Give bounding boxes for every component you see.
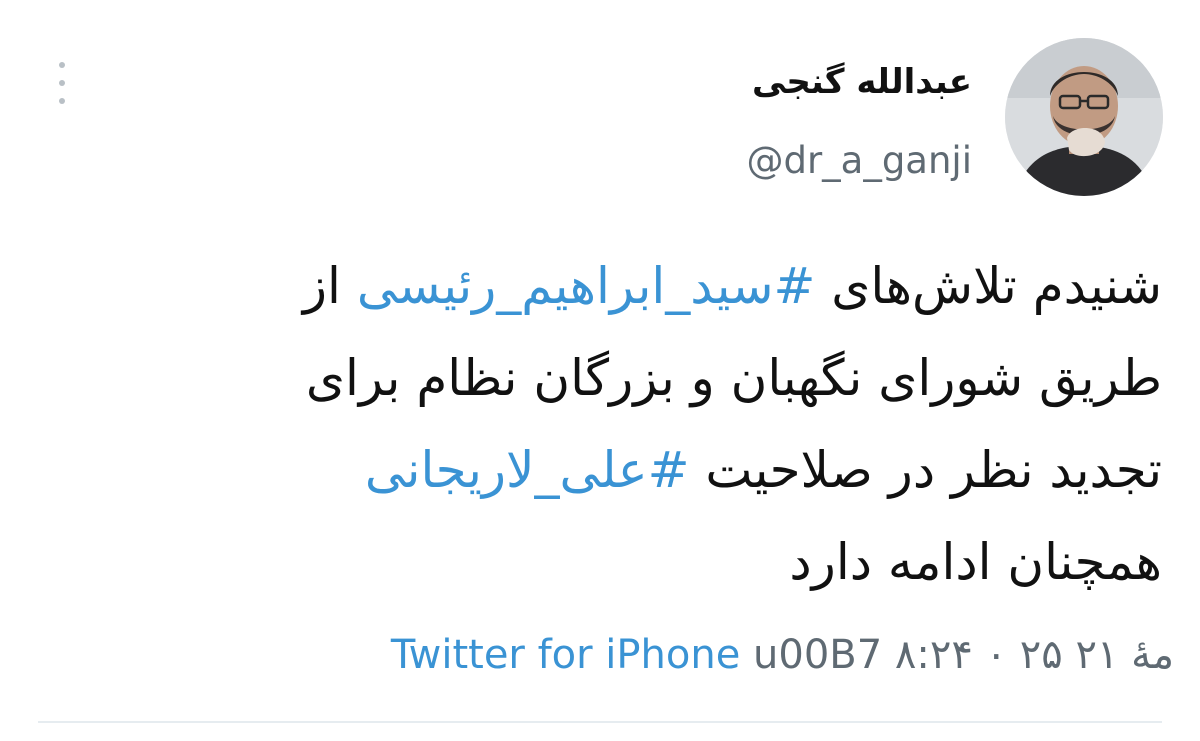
tweet-text-segment: طریق شورای نگهبان و بزرگان نظام برای [305, 349, 1162, 407]
avatar-image [1005, 38, 1163, 196]
tweet-line: طریق شورای نگهبان و بزرگان نظام برای [42, 332, 1162, 424]
tweet-source-link[interactable]: Twitter for iPhone [391, 632, 741, 678]
tweet-text-segment: تجدید نظر در صلاحیت [689, 441, 1162, 499]
tweet-line: شنیدم تلاش‌های #سید_ابراهیم_رئیسی از [42, 240, 1162, 332]
author-handle[interactable]: @dr_a_ganji [746, 138, 972, 184]
tweet-card: عبدالله گنجی @dr_a_ganji شنیدم تلاش‌های … [0, 0, 1200, 741]
menu-dot [59, 98, 65, 104]
tweet-text: شنیدم تلاش‌های #سید_ابراهیم_رئیسی از طریق… [42, 240, 1162, 608]
meta-separator: u00B7 [753, 632, 883, 678]
tweet-text-segment: از [302, 257, 357, 315]
hashtag-link[interactable]: #سید_ابراهیم_رئیسی [357, 257, 816, 315]
hashtag-link[interactable]: #علی_لاریجانی [365, 441, 690, 499]
menu-dot [59, 62, 65, 68]
divider [38, 721, 1162, 723]
menu-dot [59, 80, 65, 86]
tweet-line: تجدید نظر در صلاحیت #علی_لاریجانی [42, 424, 1162, 516]
tweet-timestamp[interactable]: ۸:۲۴ ۰ ۲۵ مهٔ ۲۱ [895, 632, 1174, 678]
tweet-text-segment: شنیدم تلاش‌های [815, 257, 1162, 315]
avatar[interactable] [1005, 38, 1163, 196]
tweet-meta: Twitter for iPhone u00B7 ۸:۲۴ ۰ ۲۵ مهٔ ۲… [391, 628, 1174, 682]
tweet-line: همچنان ادامه دارد [42, 516, 1162, 608]
author-display-name[interactable]: عبدالله گنجی [752, 60, 972, 104]
tweet-text-segment: همچنان ادامه دارد [789, 533, 1162, 591]
more-vertical-icon[interactable] [52, 62, 72, 104]
